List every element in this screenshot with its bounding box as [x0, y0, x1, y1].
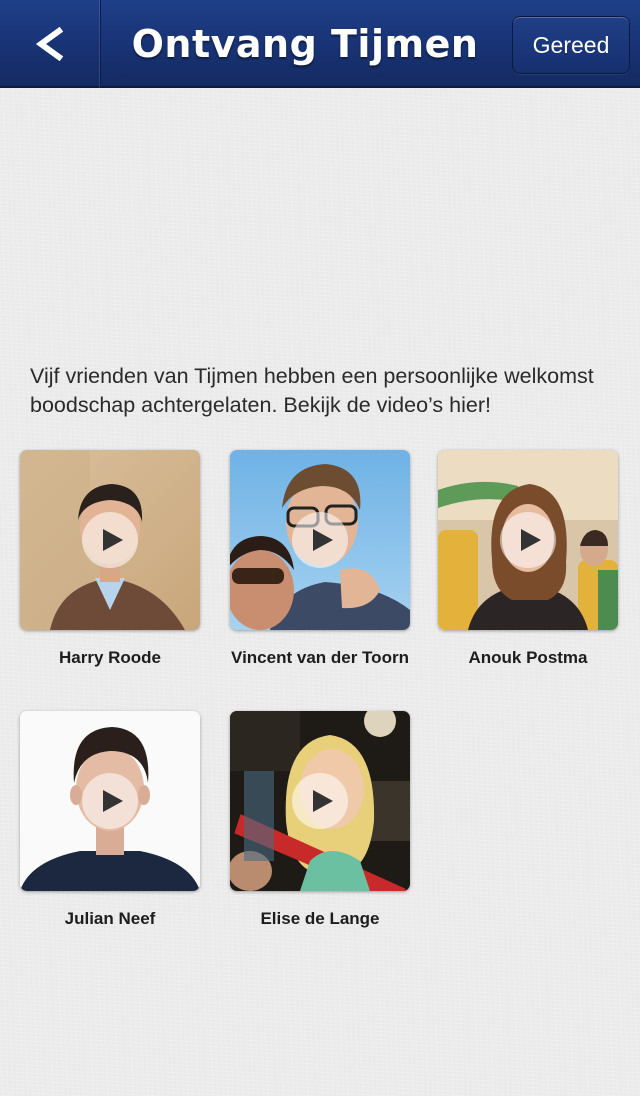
video-thumbnail[interactable]: [20, 450, 200, 630]
video-name: Elise de Lange: [260, 909, 380, 928]
play-icon: [312, 529, 333, 551]
chevron-left-icon: [35, 27, 64, 61]
play-button[interactable]: [82, 773, 138, 829]
play-button[interactable]: [292, 773, 348, 829]
video-name: Anouk Postma: [468, 648, 588, 667]
video-thumbnail[interactable]: [230, 450, 410, 630]
intro-text: Vijf vrienden van Tijmen hebben een pers…: [30, 364, 594, 417]
video-card: Harry Roode: [20, 450, 204, 667]
done-button[interactable]: Gereed: [512, 16, 630, 74]
video-thumbnail[interactable]: [20, 711, 200, 891]
video-thumbnail[interactable]: [230, 711, 410, 891]
video-name: Julian Neef: [64, 909, 156, 928]
play-icon: [520, 529, 541, 551]
video-card: Anouk Postma: [438, 450, 622, 667]
back-button[interactable]: [0, 0, 101, 88]
play-icon: [312, 790, 333, 812]
play-icon: [102, 790, 123, 812]
play-icon: [102, 529, 123, 551]
video-card: Elise de Lange: [230, 711, 414, 928]
play-button[interactable]: [292, 512, 348, 568]
navigation-bar: Ontvang Tijmen Gereed: [0, 0, 640, 88]
play-button[interactable]: [82, 512, 138, 568]
video-thumbnail[interactable]: [438, 450, 618, 630]
video-name: Vincent van der Toorn: [231, 648, 409, 667]
video-card: Julian Neef: [20, 711, 204, 928]
video-card: Vincent van der Toorn: [230, 450, 414, 667]
play-button[interactable]: [500, 512, 556, 568]
page-title: Ontvang Tijmen: [131, 22, 479, 66]
video-name: Harry Roode: [58, 648, 162, 667]
